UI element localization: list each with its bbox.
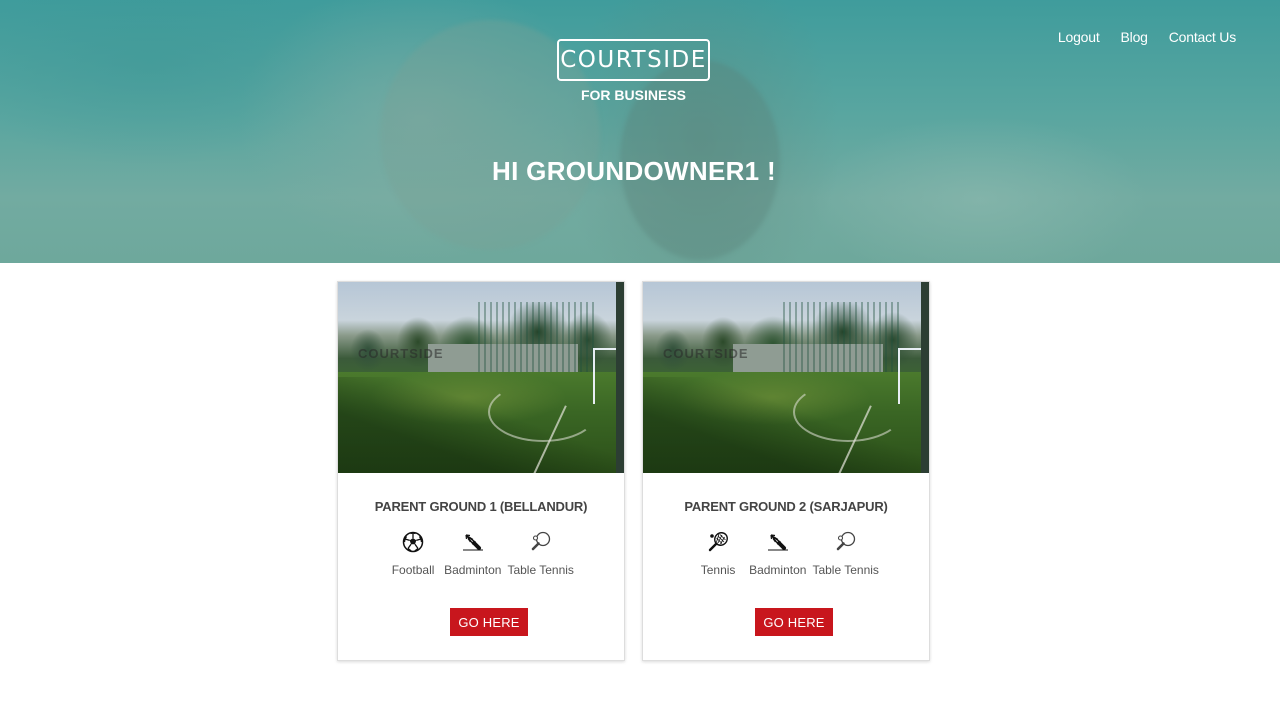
nav-logout-link[interactable]: Logout xyxy=(1058,29,1100,45)
sport-label: Table Tennis xyxy=(507,563,574,577)
ground-photo: COURTSIDE xyxy=(338,282,624,473)
sport-item-football: Football xyxy=(388,530,438,577)
photo-watermark: COURTSIDE xyxy=(663,346,749,361)
ground-title: PARENT GROUND 1 (BELLANDUR) xyxy=(374,499,588,514)
sports-list: Football Badminton Table Tennis xyxy=(338,530,624,577)
ground-photo: COURTSIDE xyxy=(643,282,929,473)
logo-subtitle: FOR BUSINESS xyxy=(580,87,686,103)
sport-label: Badminton xyxy=(444,563,502,577)
greeting-heading: HI GROUNDOWNER1 ! xyxy=(492,156,776,186)
shuttlecock-icon xyxy=(462,534,483,551)
football-icon xyxy=(402,531,424,553)
photo-watermark: COURTSIDE xyxy=(358,346,444,361)
nav-contact-link[interactable]: Contact Us xyxy=(1169,29,1236,45)
sport-label: Badminton xyxy=(749,563,807,577)
sport-label: Tennis xyxy=(700,563,736,577)
logo-text: COURTSIDE xyxy=(560,47,707,73)
sport-item-badminton: Badminton xyxy=(444,530,501,577)
top-nav: Logout Blog Contact Us xyxy=(1058,29,1236,45)
go-here-button[interactable]: GO HERE xyxy=(450,608,528,636)
sport-item-badminton: Badminton xyxy=(749,530,806,577)
table-tennis-icon xyxy=(531,531,550,551)
tennis-racket-icon xyxy=(708,532,729,552)
go-here-button[interactable]: GO HERE xyxy=(755,608,833,636)
courtside-logo[interactable]: COURTSIDE xyxy=(557,39,710,81)
sport-item-table-tennis: Table Tennis xyxy=(507,530,574,577)
shuttlecock-icon xyxy=(767,534,788,551)
sport-item-table-tennis: Table Tennis xyxy=(812,530,879,577)
sport-item-tennis: Tennis xyxy=(693,530,743,577)
nav-blog-link[interactable]: Blog xyxy=(1121,29,1148,45)
table-tennis-icon xyxy=(836,531,855,551)
ground-title: PARENT GROUND 2 (SARJAPUR) xyxy=(684,499,888,514)
ground-card: COURTSIDE PARENT GROUND 2 (SARJAPUR) Ten… xyxy=(642,281,930,661)
sport-label: Football xyxy=(391,563,435,577)
hero-banner: Logout Blog Contact Us COURTSIDE FOR BUS… xyxy=(0,0,1280,263)
sport-label: Table Tennis xyxy=(812,563,879,577)
ground-card: COURTSIDE PARENT GROUND 1 (BELLANDUR) Fo… xyxy=(337,281,625,661)
sports-list: Tennis Badminton Table Tennis xyxy=(643,530,929,577)
